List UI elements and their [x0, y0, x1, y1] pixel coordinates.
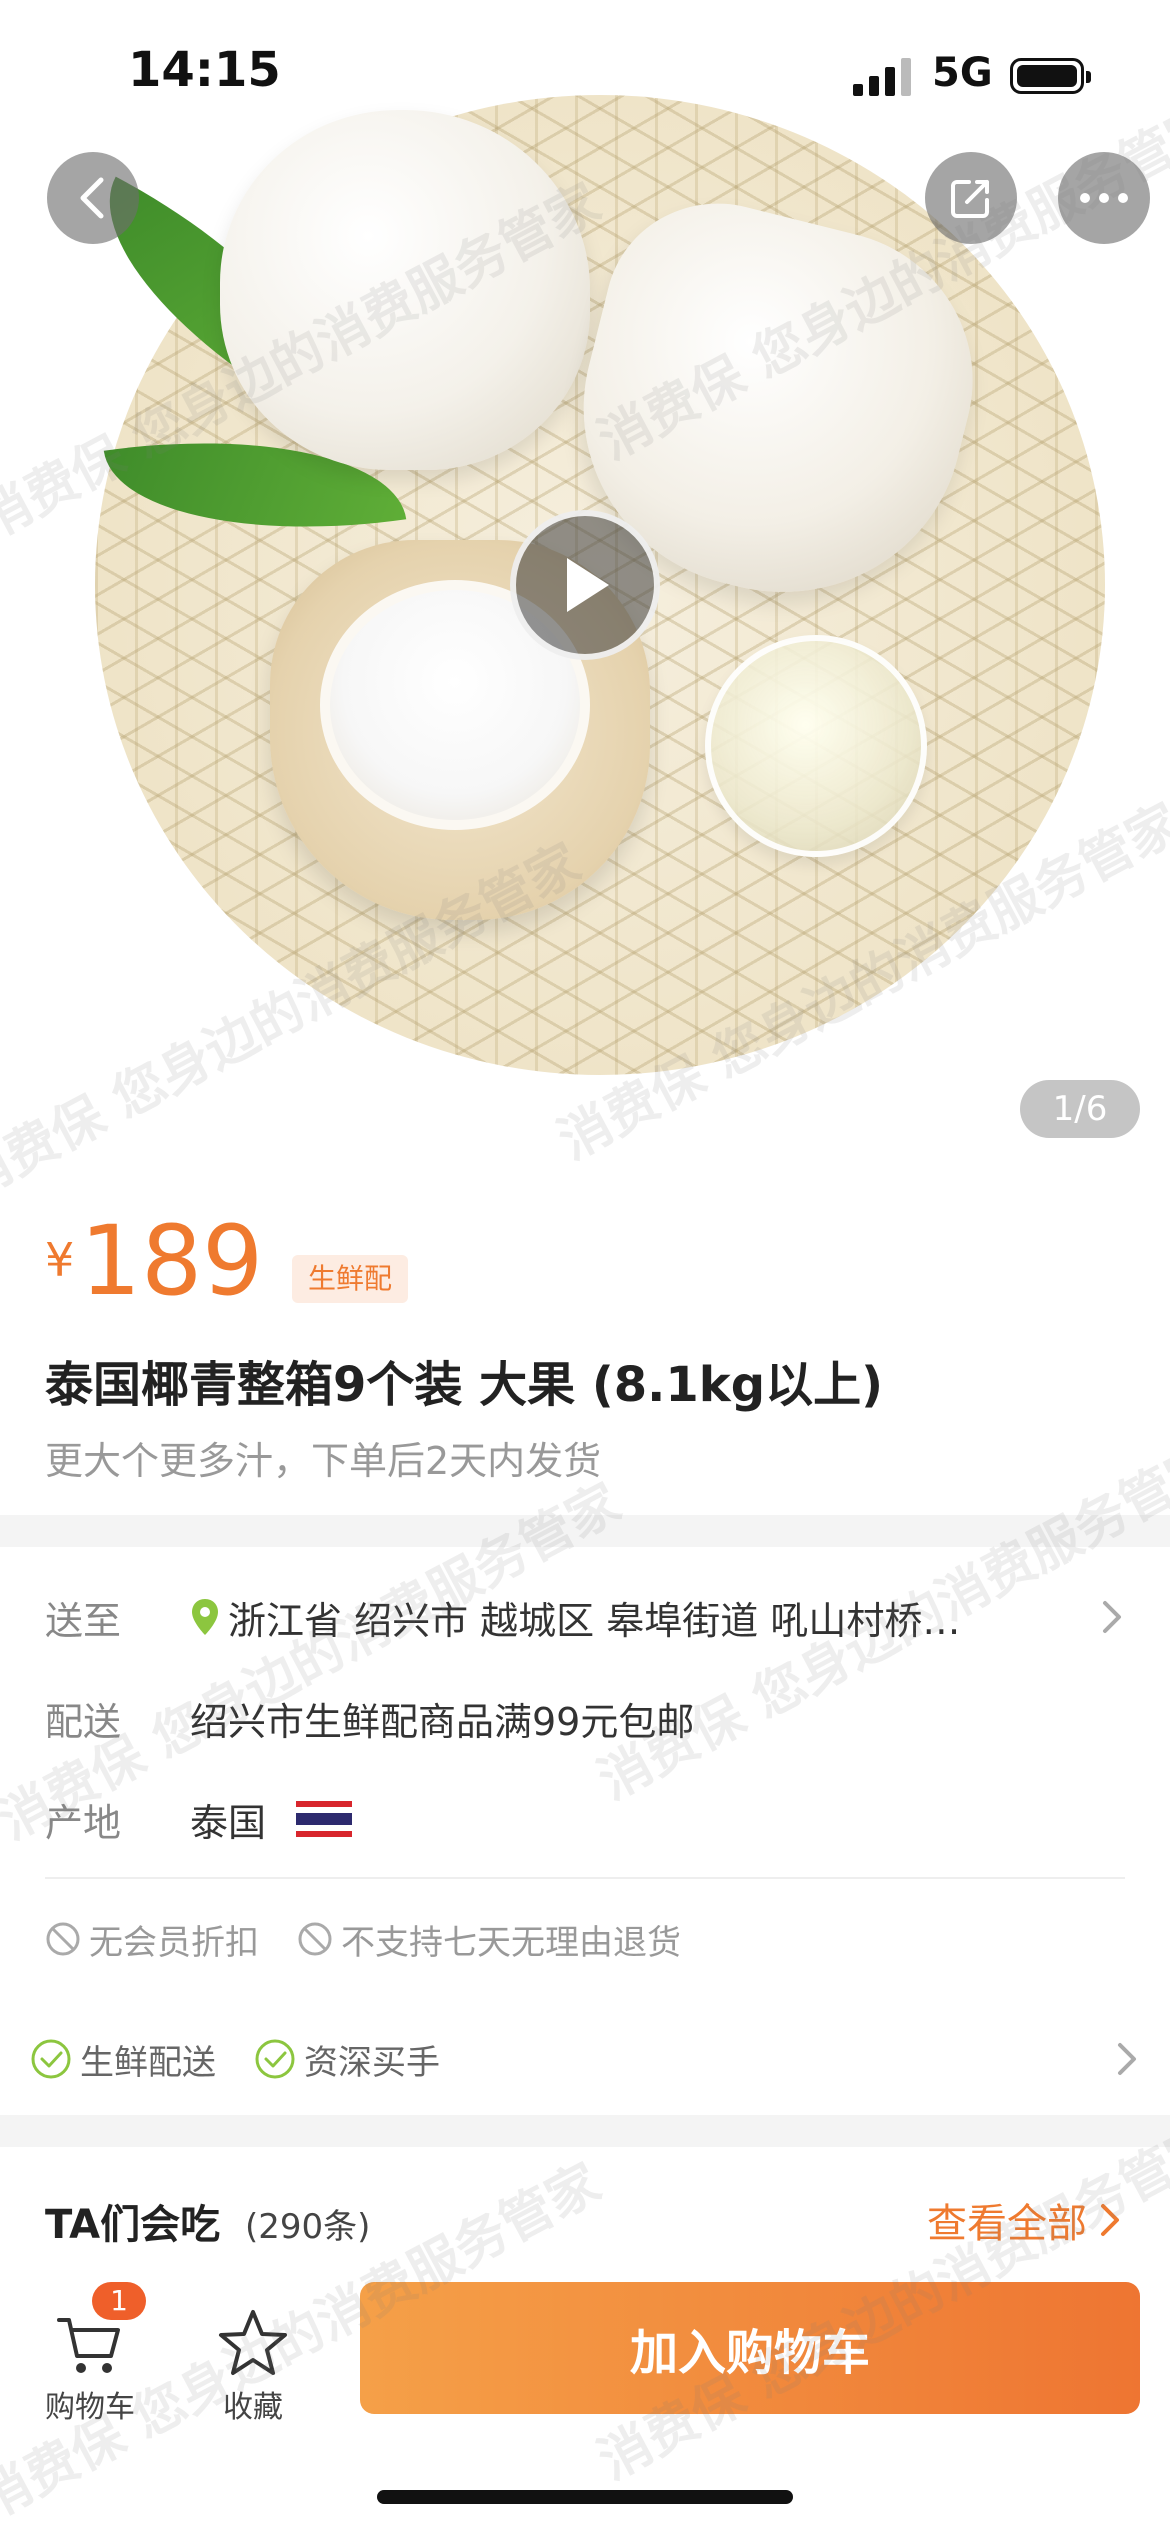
delivery-value: 绍兴市生鲜配商品满99元包邮 [190, 1699, 695, 1744]
ta-section-title: TA们会吃 [45, 2202, 221, 2248]
forbidden-icon [46, 1922, 80, 1956]
favorite-label: 收藏 [223, 2390, 283, 2425]
service-features-row[interactable]: 生鲜配送 资深买手 [30, 2029, 1136, 2089]
chevron-right-icon [1103, 1601, 1121, 1633]
ta-section-count: (290条) [245, 2207, 371, 2247]
status-time: 14:15 [128, 42, 281, 98]
coconut-water-glass [705, 635, 927, 857]
network-type: 5G [932, 50, 993, 96]
section-divider [0, 2115, 1170, 2147]
product-title: 泰国椰青整箱9个装 大果 (8.1kg以上) [45, 1357, 884, 1413]
origin-row: 产地 泰国 [45, 1789, 1125, 1849]
origin-label: 产地 [45, 1800, 122, 1845]
cart-label: 购物车 [45, 2390, 135, 2425]
home-indicator [377, 2490, 793, 2504]
star-icon [219, 2310, 287, 2375]
share-icon [951, 180, 989, 218]
check-circle-icon [31, 2039, 71, 2079]
feature-item: 资深买手 [254, 2035, 440, 2084]
section-divider [0, 1515, 1170, 1547]
share-button[interactable] [925, 152, 1017, 244]
view-all-link[interactable]: 查看全部 [927, 2191, 1125, 2249]
delivery-label: 配送 [45, 1699, 122, 1744]
ship-to-address: 浙江省 绍兴市 越城区 皋埠街道 吼山村桥… [228, 1598, 961, 1643]
back-icon [80, 177, 104, 219]
coconut-image [220, 110, 590, 470]
product-summary: ¥ 189 生鲜配 泰国椰青整箱9个装 大果 (8.1kg以上) 更大个更多汁，… [0, 1165, 1170, 1515]
favorite-tab[interactable]: 收藏 [205, 2270, 305, 2425]
status-bar: 14:15 5G [0, 0, 1170, 150]
more-button[interactable] [1058, 152, 1150, 244]
play-icon [567, 558, 609, 612]
product-subtitle: 更大个更多汁，下单后2天内发货 [45, 1439, 602, 1483]
ship-to-row[interactable]: 送至 浙江省 绍兴市 越城区 皋埠街道 吼山村桥… [45, 1587, 1125, 1647]
thailand-flag-icon [296, 1801, 353, 1837]
restriction-item: 无会员折扣 [45, 1915, 259, 1964]
origin-value: 泰国 [190, 1800, 267, 1845]
cart-icon [57, 2318, 120, 2373]
ship-to-label: 送至 [45, 1598, 122, 1643]
signal-icon [853, 58, 915, 96]
restriction-list: 无会员折扣 不支持七天无理由退货 [45, 1909, 1125, 1969]
delivery-row: 配送 绍兴市生鲜配商品满99元包邮 [45, 1688, 1125, 1748]
location-pin-icon [192, 1599, 218, 1635]
category-tag: 生鲜配 [292, 1255, 409, 1303]
product-price: 189 [80, 1205, 264, 1317]
feature-item: 生鲜配送 [30, 2035, 216, 2084]
chevron-right-icon [1101, 2204, 1119, 2236]
chevron-right-icon [1118, 2043, 1136, 2075]
restriction-item: 不支持七天无理由退货 [297, 1915, 681, 1964]
gallery-page-indicator: 1/6 [1020, 1080, 1140, 1138]
battery-icon [1010, 58, 1091, 94]
ta-also-eat-section: TA们会吃 (290条) 查看全部 [0, 2147, 1170, 2277]
back-button[interactable] [47, 152, 139, 244]
check-circle-icon [255, 2039, 295, 2079]
more-icon [1080, 193, 1128, 203]
cart-tab[interactable]: 1 购物车 [30, 2270, 150, 2425]
delivery-info-section: 送至 浙江省 绍兴市 越城区 皋埠街道 吼山村桥… 配送 绍兴市生鲜配商品满99… [0, 1547, 1170, 2115]
currency-symbol: ¥ [45, 1233, 75, 1287]
info-divider [45, 1877, 1125, 1879]
cart-badge: 1 [92, 2282, 146, 2320]
play-video-button[interactable] [510, 510, 660, 660]
forbidden-icon [298, 1922, 332, 1956]
add-to-cart-button[interactable]: 加入购物车 [360, 2282, 1140, 2414]
